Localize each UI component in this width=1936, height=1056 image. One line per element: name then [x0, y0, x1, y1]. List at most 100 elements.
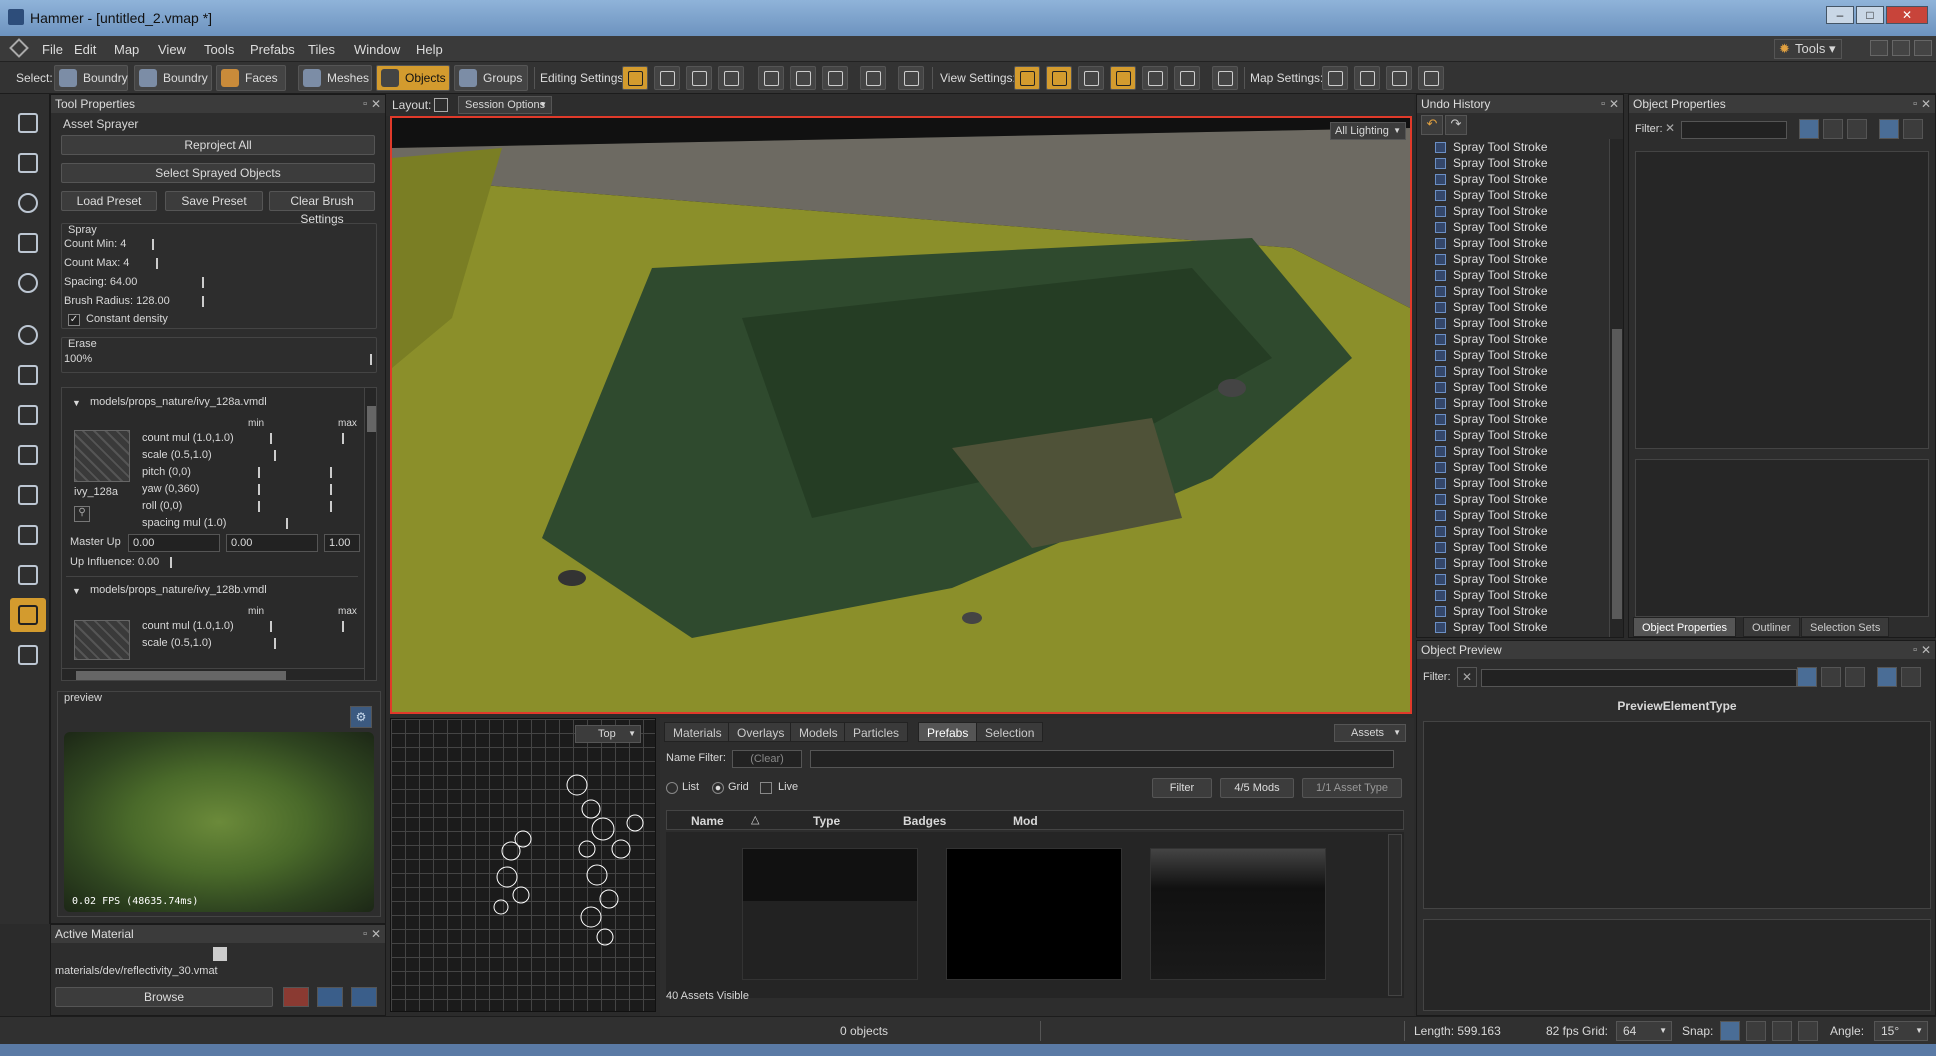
tools-dropdown[interactable]: ✹ Tools ▾ [1774, 39, 1842, 59]
float-icon[interactable]: ▫ [1913, 95, 1917, 113]
undo-history-item[interactable]: Spray Tool Stroke [1419, 411, 1607, 427]
view-lighting-icon[interactable] [1014, 66, 1040, 90]
lighting-dropdown[interactable]: All Lighting ▼ [1330, 122, 1406, 140]
vertex-tool-icon[interactable] [10, 438, 46, 472]
close-icon[interactable]: ✕ [1921, 641, 1931, 659]
clip-tool-icon[interactable] [10, 398, 46, 432]
filter-button[interactable]: Filter [1152, 778, 1212, 798]
object-properties-filter-input[interactable] [1681, 121, 1787, 139]
undo-history-item[interactable]: Spray Tool Stroke [1419, 219, 1607, 235]
editing-diagonal-icon[interactable] [686, 66, 712, 90]
prefab-thumbnail[interactable] [946, 848, 1122, 980]
person-icon[interactable] [1879, 119, 1899, 139]
count-mul-slider[interactable]: count mul (1.0,1.0) [142, 620, 344, 635]
master-up-z-field[interactable]: 1.00 [324, 534, 360, 552]
undo-history-item[interactable]: Spray Tool Stroke [1419, 235, 1607, 251]
tab-particles[interactable]: Particles [844, 722, 909, 742]
undo-history-item[interactable]: Spray Tool Stroke [1419, 555, 1607, 571]
undo-history-item[interactable]: Spray Tool Stroke [1419, 267, 1607, 283]
undo-history-item[interactable]: Spray Tool Stroke [1419, 171, 1607, 187]
undo-history-item[interactable]: Spray Tool Stroke [1419, 427, 1607, 443]
child-restore-button[interactable] [1892, 40, 1910, 56]
menu-view[interactable]: View [158, 42, 186, 57]
vertical-scrollbar[interactable] [364, 388, 376, 680]
vertical-scrollbar[interactable] [1388, 834, 1402, 996]
slider-handle[interactable] [258, 501, 260, 512]
column-type[interactable]: Type [813, 814, 840, 828]
slider-handle[interactable] [170, 557, 172, 568]
yaw-slider[interactable]: yaw (0,360) [142, 483, 342, 498]
grid-radio[interactable] [712, 782, 724, 794]
menu-map[interactable]: Map [114, 42, 139, 57]
scale-slider[interactable]: scale (0.5,1.0) [142, 637, 342, 652]
vertical-scrollbar[interactable] [1609, 139, 1623, 637]
undo-history-item[interactable]: Spray Tool Stroke [1419, 283, 1607, 299]
tab-models[interactable]: Models [790, 722, 847, 742]
clear-filter-icon[interactable]: ✕ [1665, 121, 1679, 137]
slider-handle[interactable] [342, 433, 344, 444]
name-filter-input[interactable] [810, 750, 1394, 768]
undo-history-item[interactable]: Spray Tool Stroke [1419, 187, 1607, 203]
list-radio[interactable] [666, 782, 678, 794]
asset-type-button[interactable]: 1/1 Asset Type [1302, 778, 1402, 798]
path-tool-icon[interactable] [10, 638, 46, 672]
save-preset-button[interactable]: Save Preset [165, 191, 263, 211]
preview-settings-icon[interactable]: ⚙ [350, 706, 372, 728]
undo-history-item[interactable]: Spray Tool Stroke [1419, 203, 1607, 219]
view-grid-icon[interactable] [1174, 66, 1200, 90]
undo-history-item[interactable]: Spray Tool Stroke [1419, 539, 1607, 555]
material-menu-icon[interactable] [351, 987, 377, 1007]
angle-dropdown[interactable]: 15° ▼ [1874, 1021, 1928, 1041]
gamepad-icon[interactable] [898, 66, 924, 90]
clear-brush-button[interactable]: Clear Brush Settings [269, 191, 375, 226]
up-influence-slider[interactable]: Up Influence: 0.00 [70, 556, 270, 571]
undo-history-item[interactable]: Spray Tool Stroke [1419, 363, 1607, 379]
pitch-slider[interactable]: pitch (0,0) [142, 466, 342, 481]
menu-prefabs[interactable]: Prefabs [250, 42, 295, 57]
child-close-button[interactable] [1914, 40, 1932, 56]
scale-tool-icon[interactable] [10, 226, 46, 260]
minimize-button[interactable]: – [1826, 6, 1854, 24]
view-box-icon[interactable] [1110, 66, 1136, 90]
select-faces-button[interactable]: Faces [216, 65, 286, 91]
close-icon[interactable]: ✕ [371, 95, 381, 113]
undo-icon[interactable]: ↶ [1421, 115, 1443, 135]
clear-filter-button[interactable]: (Clear) [732, 750, 802, 768]
assets-dropdown[interactable]: Assets ▼ [1334, 724, 1406, 742]
slider-handle[interactable] [330, 501, 332, 512]
select-boundry-button[interactable]: Boundry [54, 65, 128, 91]
undo-history-item[interactable]: Spray Tool Stroke [1419, 155, 1607, 171]
horizontal-scrollbar[interactable] [62, 668, 364, 680]
maximize-button[interactable]: □ [1856, 6, 1884, 24]
slider-handle[interactable] [270, 621, 272, 632]
slider-handle[interactable] [330, 467, 332, 478]
spacing-mul-slider[interactable]: spacing mul (1.0) [142, 517, 342, 532]
view-screen-icon[interactable] [1212, 66, 1238, 90]
slider-handle[interactable] [156, 258, 158, 269]
editing-hide-icon[interactable] [860, 66, 886, 90]
undo-history-item[interactable]: Spray Tool Stroke [1419, 315, 1607, 331]
constant-density-checkbox[interactable]: ✓ [68, 314, 80, 326]
close-icon[interactable]: ✕ [1921, 95, 1931, 113]
tree-view-icon[interactable] [1823, 119, 1843, 139]
texture-tool-icon[interactable] [10, 478, 46, 512]
undo-history-item[interactable]: Spray Tool Stroke [1419, 251, 1607, 267]
slider-handle[interactable] [286, 518, 288, 529]
slider-handle[interactable] [258, 467, 260, 478]
person-icon[interactable] [1877, 667, 1897, 687]
pivot-tool-icon[interactable] [10, 266, 46, 300]
scroll-thumb[interactable] [367, 406, 376, 432]
count-max-slider[interactable]: Count Max: 4 [64, 257, 354, 272]
list-view-icon[interactable] [1799, 119, 1819, 139]
menu-tools[interactable]: Tools [204, 42, 234, 57]
asset-sprayer-tool-icon[interactable] [10, 598, 46, 632]
detail-view-icon[interactable] [1847, 119, 1867, 139]
options-icon[interactable] [1903, 119, 1923, 139]
layout-icon[interactable] [434, 98, 448, 112]
float-icon[interactable]: ▫ [1913, 641, 1917, 659]
undo-history-item[interactable]: Spray Tool Stroke [1419, 491, 1607, 507]
undo-history-item[interactable]: Spray Tool Stroke [1419, 571, 1607, 587]
clear-filter-icon[interactable]: ✕ [1457, 667, 1477, 687]
undo-history-item[interactable]: Spray Tool Stroke [1419, 379, 1607, 395]
slider-handle[interactable] [370, 354, 372, 365]
